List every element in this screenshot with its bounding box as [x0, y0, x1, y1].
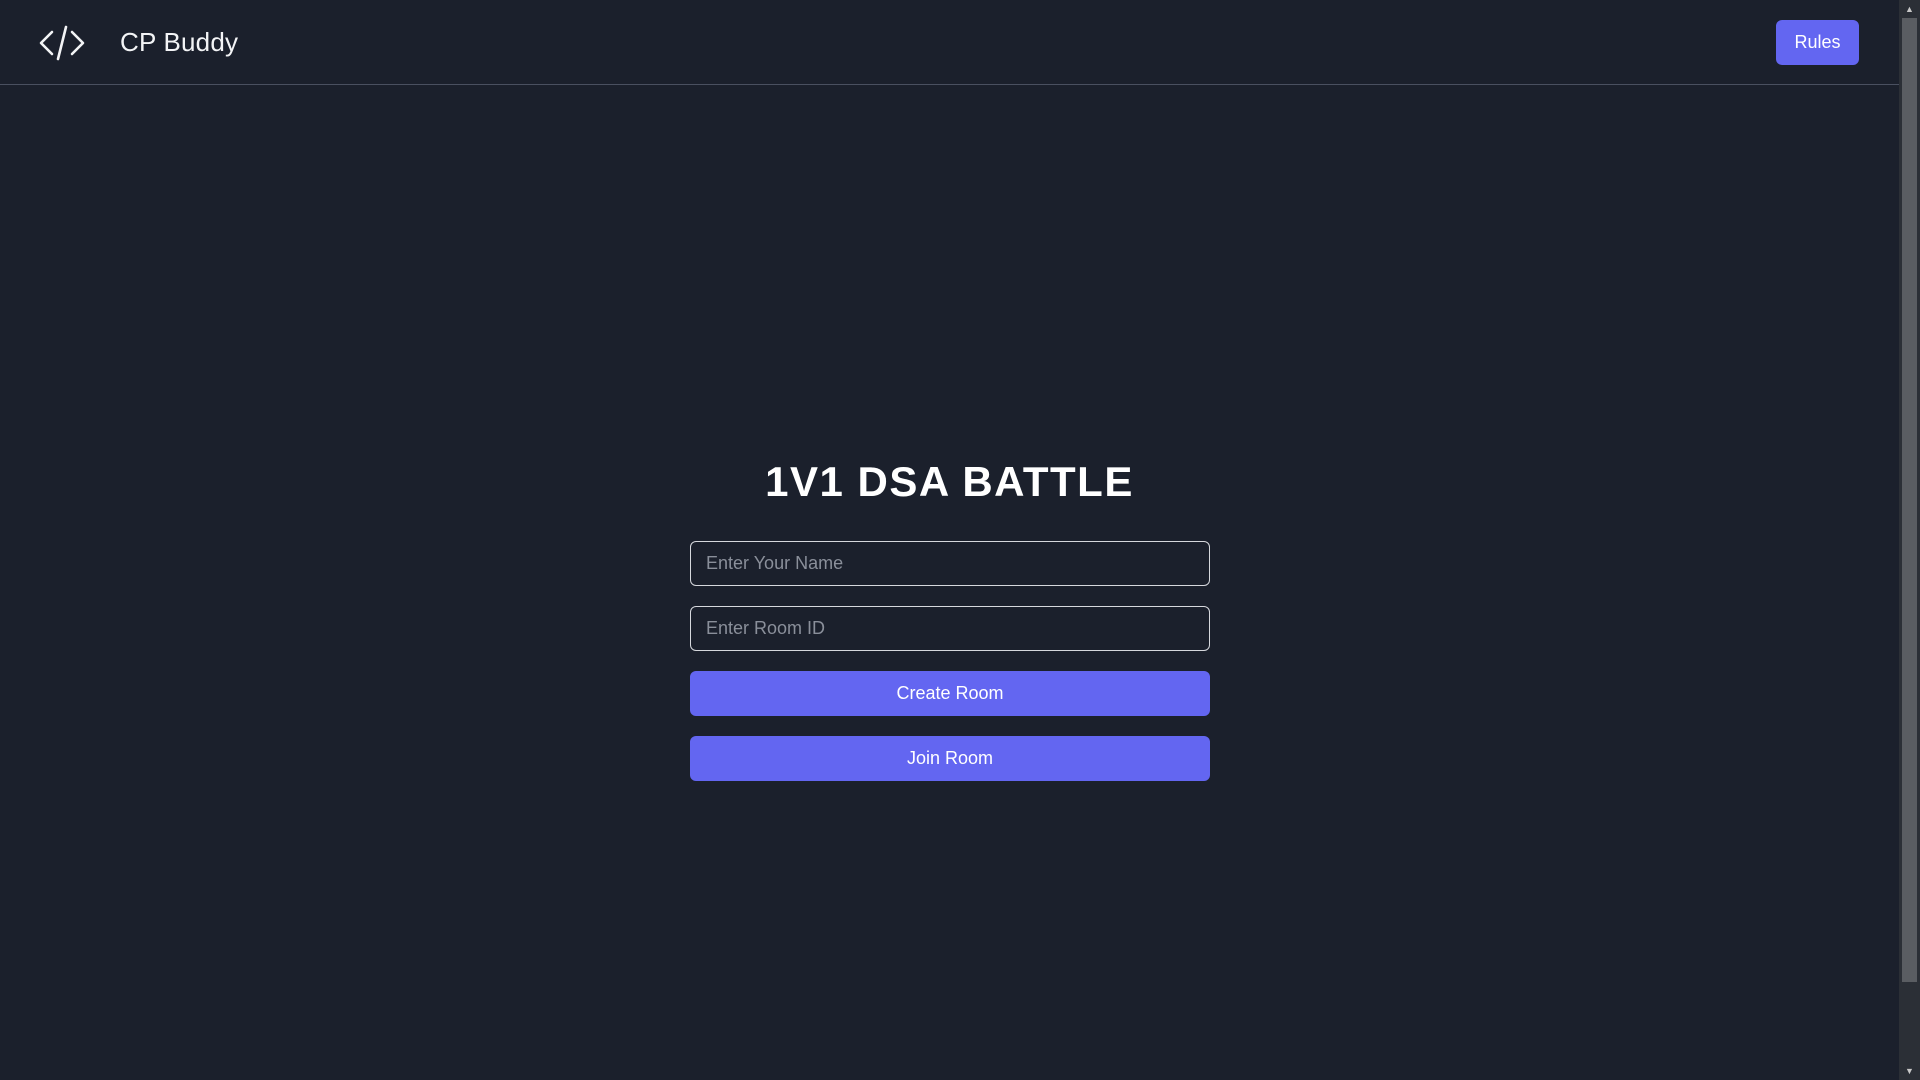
join-room-button[interactable]: Join Room [690, 736, 1210, 781]
vertical-scrollbar[interactable]: ▲ ▼ [1899, 0, 1920, 1080]
create-room-button[interactable]: Create Room [690, 671, 1210, 716]
scroll-up-arrow-icon[interactable]: ▲ [1899, 0, 1920, 18]
page: CP Buddy Rules 1V1 DSA BATTLE Create Roo… [0, 0, 1920, 1080]
scroll-down-arrow-icon[interactable]: ▼ [1899, 1062, 1920, 1080]
scrollbar-thumb[interactable] [1902, 18, 1917, 982]
rules-button[interactable]: Rules [1776, 20, 1859, 65]
page-title: 1V1 DSA BATTLE [765, 458, 1134, 505]
code-brackets-icon[interactable] [38, 22, 86, 64]
name-input[interactable] [690, 541, 1210, 586]
brand-title[interactable]: CP Buddy [120, 27, 238, 58]
room-id-input[interactable] [690, 606, 1210, 651]
navbar: CP Buddy Rules [0, 0, 1899, 85]
